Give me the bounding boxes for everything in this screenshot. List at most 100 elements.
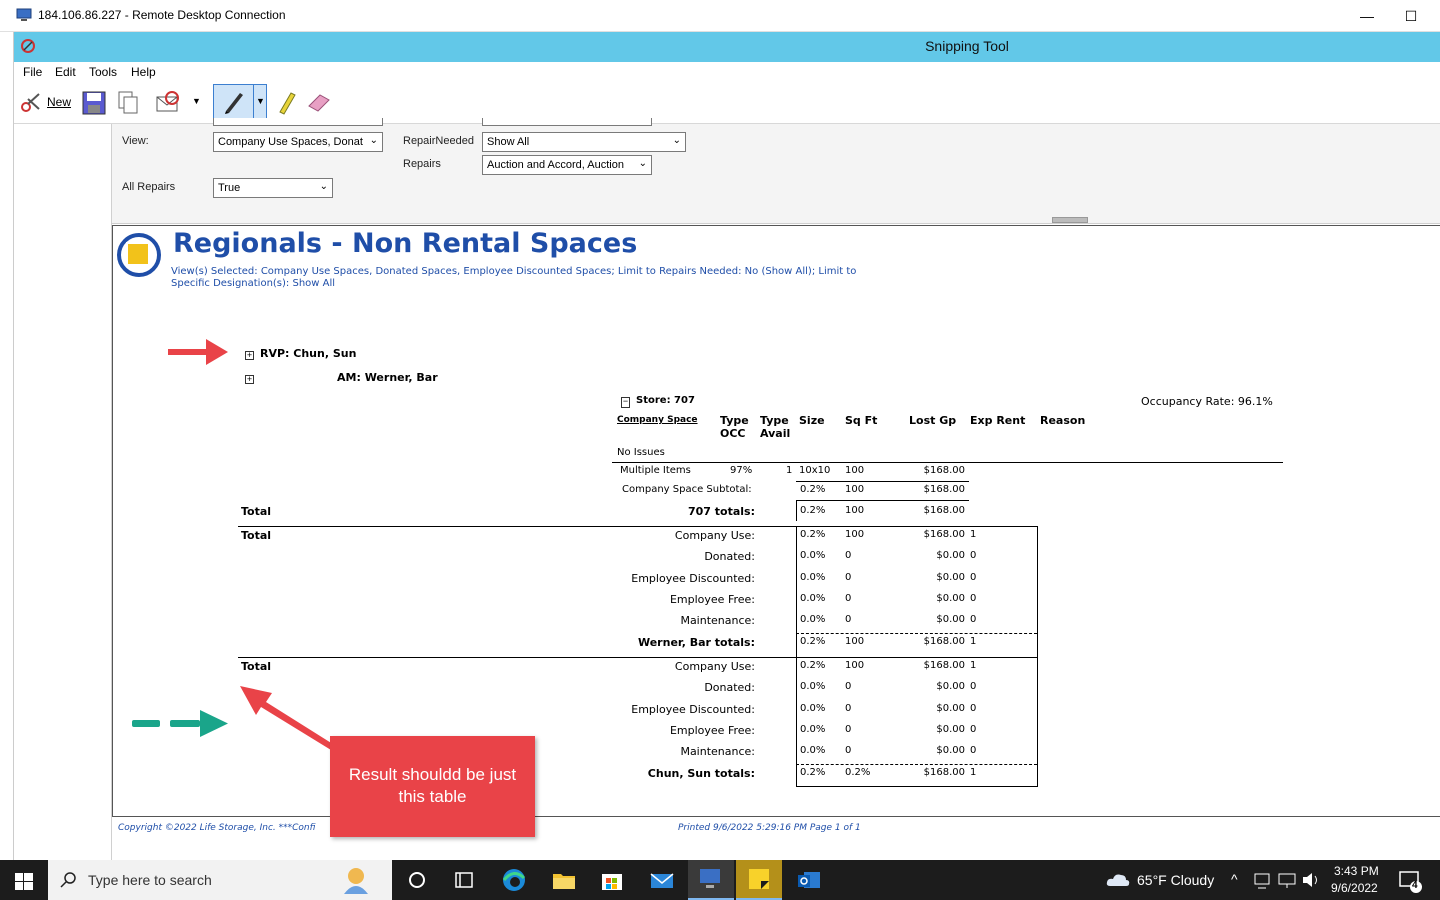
eraser-icon[interactable] — [306, 88, 332, 116]
cortana-icon[interactable] — [403, 866, 431, 894]
subtotal-lostgp: $168.00 — [923, 484, 965, 495]
snipping-tool-title: Snipping Tool — [925, 38, 1009, 54]
repairs-value: Auction and Accord, Auction — [487, 159, 624, 171]
report-title: Regionals - Non Rental Spaces — [173, 228, 638, 259]
life-storage-logo — [117, 233, 161, 277]
col-exprent: Exp Rent — [970, 414, 1026, 427]
totals-row-lostgp: $0.00 — [936, 571, 965, 583]
rdp-title-bar[interactable]: 184.106.86.227 - Remote Desktop Connecti… — [0, 0, 1440, 32]
taskbar-search[interactable]: Type here to search — [48, 860, 392, 900]
totals-row-pct: 0.0% — [800, 614, 826, 626]
subtotal-label: Company Space Subtotal: — [622, 484, 752, 495]
totals-row-pct: 0.2% — [800, 660, 826, 671]
clipped-select-top — [213, 118, 383, 126]
taskbar-sticky-active[interactable] — [736, 860, 782, 900]
totals-row-sqft: 0 — [845, 571, 852, 583]
scissors-icon — [21, 93, 40, 112]
store-total-rule-left — [796, 500, 797, 521]
windows-start-icon[interactable] — [12, 866, 36, 894]
snipping-tool-title-bar[interactable]: Snipping Tool — [14, 32, 1440, 62]
save-icon[interactable] — [82, 88, 106, 116]
rdp-left-border — [0, 32, 14, 860]
totals-row-label: Donated: — [704, 681, 755, 695]
col-reason: Reason — [1040, 414, 1086, 427]
send-dropdown-chevron-icon[interactable]: ▼ — [192, 96, 202, 124]
col-type-avail-2: Avail — [760, 427, 791, 440]
totals-row-count: 1 — [970, 529, 977, 540]
search-highlight-icon — [344, 868, 368, 894]
rvp-block-left-rule — [796, 657, 797, 787]
taskbar-rdp-active[interactable] — [688, 860, 734, 900]
repairs-select[interactable]: Auction and Accord, Auction ⌄ — [482, 155, 652, 175]
totals-row-count: 0 — [970, 550, 977, 562]
am-block-right-rule — [1037, 526, 1038, 657]
totals-row-sqft: 100 — [845, 660, 865, 671]
totals-row-count: 0 — [970, 592, 977, 604]
expand-am-icon[interactable]: + — [245, 375, 254, 384]
notification-icon[interactable] — [1396, 866, 1424, 894]
totals-row-pct: 0.0% — [800, 745, 826, 757]
totals-row-lostgp: $168.00 — [923, 529, 965, 540]
item-avail: 1 — [786, 465, 793, 476]
weather-text[interactable]: 65°F Cloudy — [1137, 872, 1214, 888]
expand-rvp-icon[interactable]: + — [245, 351, 254, 360]
totals-row-count: 0 — [970, 723, 977, 735]
copy-icon[interactable] — [116, 88, 140, 116]
totals-row-count: 0 — [970, 571, 977, 583]
display-tray-icon[interactable] — [1277, 866, 1297, 894]
menu-help[interactable]: Help — [131, 65, 156, 79]
store-total-label: Total — [241, 505, 272, 518]
all-repairs-select[interactable]: True ⌄ — [213, 178, 333, 198]
store-total-pct: 0.2% — [800, 505, 826, 516]
chevron-up-icon[interactable]: ^ — [1231, 871, 1238, 887]
mail-icon[interactable] — [648, 866, 676, 894]
menu-tools[interactable]: Tools — [89, 65, 117, 79]
new-snip-button[interactable]: New — [18, 88, 78, 116]
rvp-block-bottom-rule — [796, 786, 1038, 787]
task-view-icon[interactable] — [450, 866, 478, 894]
view-select[interactable]: Company Use Spaces, Donat ⌄ — [213, 132, 383, 152]
totals-row-label: Employee Discounted: — [631, 571, 755, 585]
totals-row-sqft: 100 — [845, 635, 865, 647]
store-icon[interactable] — [598, 866, 626, 894]
totals-row-lostgp: $0.00 — [936, 745, 965, 757]
pen-tool-button[interactable]: ▼ — [213, 84, 267, 119]
outlook-icon[interactable] — [795, 866, 823, 894]
totals-row-pct: 0.0% — [800, 571, 826, 583]
clock-time[interactable]: 3:43 PM — [1334, 864, 1379, 878]
send-snip-icon[interactable] — [154, 88, 182, 116]
totals-row-count: 1 — [970, 660, 977, 671]
totals-row-pct: 0.0% — [800, 681, 826, 693]
totals-row-count: 0 — [970, 745, 977, 757]
col-lostgp: Lost Gp — [909, 414, 957, 427]
totals-row-sqft: 0 — [845, 702, 852, 714]
pen-dropdown-chevron-icon[interactable]: ▼ — [253, 85, 267, 118]
file-explorer-icon[interactable] — [550, 866, 578, 894]
minimize-button[interactable]: — — [1344, 4, 1390, 28]
totals-row-count: 1 — [970, 635, 977, 647]
menu-edit[interactable]: Edit — [55, 65, 76, 79]
callout-text: Result shouldd be just this table — [348, 765, 517, 806]
repair-needed-select[interactable]: Show All ⌄ — [482, 132, 686, 152]
col-type-avail-1: Type — [760, 414, 789, 427]
totals-row-sqft: 0 — [845, 723, 852, 735]
am-label: AM: Werner, Bar — [337, 371, 438, 384]
volume-icon[interactable] — [1300, 866, 1322, 894]
cloud-icon[interactable] — [1104, 866, 1132, 894]
subtotal-rule-bottom — [796, 500, 969, 501]
menu-bar: File Edit Tools Help — [14, 62, 1440, 84]
view-label: View: — [122, 135, 149, 147]
menu-file[interactable]: File — [23, 65, 42, 79]
clock-date[interactable]: 9/6/2022 — [1331, 881, 1378, 895]
totals-row-pct: 0.2% — [800, 766, 826, 778]
pen-icon — [225, 93, 243, 114]
totals-row-lostgp: $168.00 — [923, 660, 965, 671]
maximize-button[interactable]: ☐ — [1388, 4, 1434, 28]
collapse-params-handle[interactable] — [1052, 217, 1088, 223]
collapse-store-icon[interactable]: − — [621, 397, 630, 408]
chevron-down-icon: ⌄ — [369, 135, 378, 146]
edge-icon[interactable] — [500, 866, 528, 894]
highlighter-icon[interactable] — [276, 88, 298, 116]
network-tray-icon[interactable] — [1252, 866, 1272, 894]
search-placeholder: Type here to search — [88, 872, 212, 888]
